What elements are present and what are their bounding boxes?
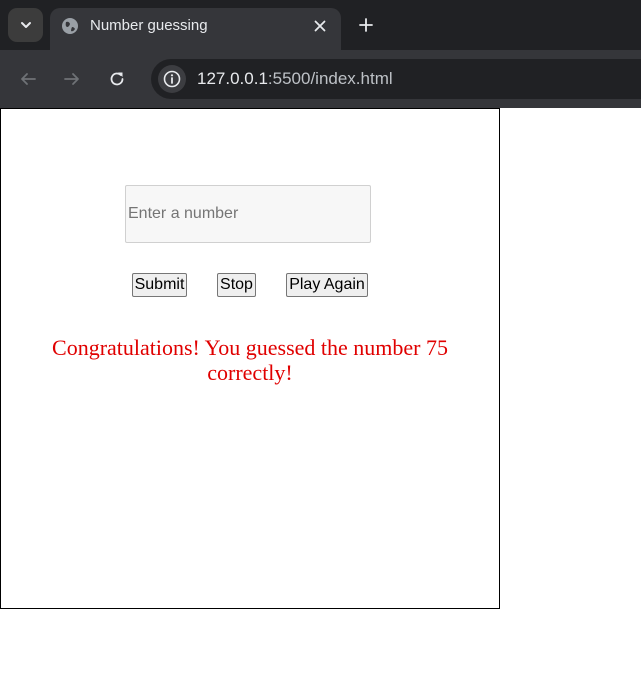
url-text: 127.0.0.1:5500/index.html <box>197 69 393 89</box>
back-button[interactable] <box>14 65 42 93</box>
tab-strip: Number guessing <box>0 0 641 50</box>
browser-chrome: Number guessing 127.0.0.1:5500/index.htm… <box>0 0 641 108</box>
result-message: Congratulations! You guessed the number … <box>52 335 448 385</box>
url-path: :5500/index.html <box>267 69 393 88</box>
new-tab-button[interactable] <box>353 12 379 38</box>
reload-button[interactable] <box>103 65 131 93</box>
forward-button[interactable] <box>58 65 86 93</box>
globe-icon <box>62 18 78 34</box>
forward-arrow-icon <box>64 73 79 85</box>
back-arrow-icon <box>21 73 36 85</box>
chevron-down-icon <box>20 22 31 28</box>
game-container: Submit Stop Play Again Congratulations! … <box>0 108 500 609</box>
submit-button[interactable]: Submit <box>132 273 187 297</box>
site-info-button[interactable] <box>158 65 186 93</box>
browser-toolbar: 127.0.0.1:5500/index.html <box>0 50 641 108</box>
browser-tab[interactable]: Number guessing <box>50 8 341 50</box>
tab-search-button[interactable] <box>8 8 43 42</box>
reload-icon <box>110 72 124 86</box>
stop-button[interactable]: Stop <box>217 273 256 297</box>
plus-icon <box>359 18 373 32</box>
address-bar[interactable]: 127.0.0.1:5500/index.html <box>151 59 641 99</box>
url-host: 127.0.0.1 <box>197 69 268 88</box>
close-icon <box>314 20 326 32</box>
guess-input[interactable] <box>125 185 371 243</box>
info-icon <box>163 70 181 88</box>
play-again-button[interactable]: Play Again <box>286 273 368 297</box>
tab-close-button[interactable] <box>309 15 331 37</box>
tab-title: Number guessing <box>90 17 208 34</box>
